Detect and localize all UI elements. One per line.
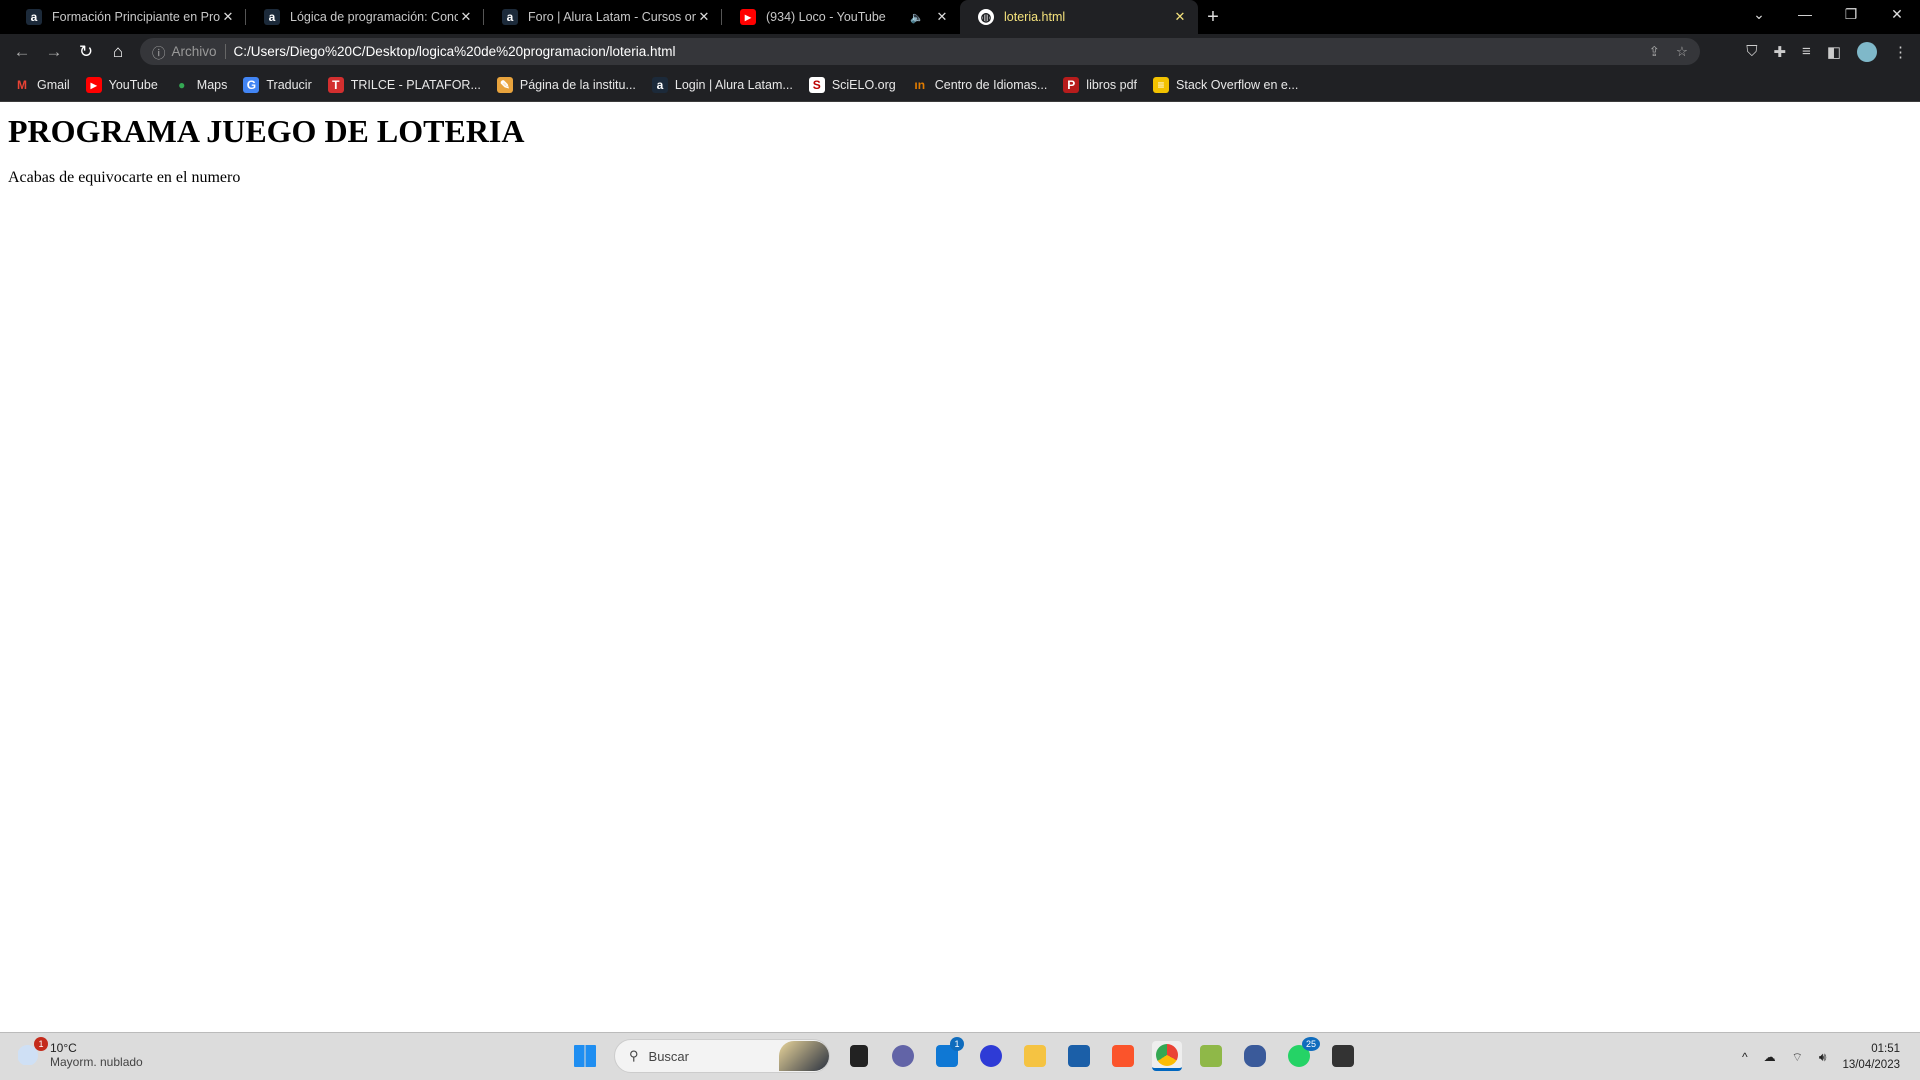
gmail-icon: M bbox=[17, 78, 27, 92]
bookmark-youtube[interactable]: ▶ YouTube bbox=[85, 77, 158, 93]
search-highlight-image bbox=[779, 1041, 829, 1071]
weather-badge: 1 bbox=[34, 1037, 48, 1051]
brave-icon[interactable] bbox=[1108, 1041, 1138, 1071]
tab-loteria[interactable]: ◍ loteria.html ✕ bbox=[960, 0, 1198, 34]
reload-button[interactable]: ↻ bbox=[70, 42, 102, 62]
tab-youtube[interactable]: ▶ (934) Loco - YouTube 🔈 ✕ bbox=[722, 0, 960, 34]
bookmark-alura-login[interactable]: a Login | Alura Latam... bbox=[651, 77, 793, 93]
taskbar: 1 10°C Mayorm. nublado ⚲ Buscar 1 25 ^ ☁ ⌔… bbox=[0, 1032, 1920, 1080]
sublime-text-icon[interactable] bbox=[1328, 1041, 1358, 1071]
bookmark-star-icon[interactable]: ☆ bbox=[1676, 44, 1688, 60]
wifi-icon[interactable]: ⌔ bbox=[1792, 1050, 1803, 1065]
teams-chat-icon[interactable] bbox=[888, 1041, 918, 1071]
close-tab-icon[interactable]: ✕ bbox=[458, 9, 474, 25]
youtube-icon: ▶ bbox=[740, 9, 756, 25]
vpn-shield-icon[interactable] bbox=[1240, 1041, 1270, 1071]
file-explorer-icon[interactable] bbox=[1020, 1041, 1050, 1071]
extension-icon[interactable]: ⛉ bbox=[1746, 43, 1757, 60]
taskbar-search[interactable]: ⚲ Buscar bbox=[614, 1039, 830, 1073]
maps-pin-icon: ● bbox=[178, 78, 186, 92]
home-button[interactable]: ⌂ bbox=[102, 42, 134, 62]
alura-icon: a bbox=[26, 9, 42, 25]
bookmark-libros-pdf[interactable]: Plibros pdf bbox=[1063, 77, 1137, 93]
bookmark-maps[interactable]: ● Maps bbox=[174, 77, 227, 93]
weather-cloud-icon: 1 bbox=[18, 1037, 48, 1065]
result-message: Acabas de equivocarte en el numero bbox=[8, 169, 241, 186]
youtube-icon: ▶ bbox=[85, 77, 102, 93]
tab-logica[interactable]: a Lógica de programación: Concep ✕ bbox=[246, 0, 484, 34]
close-tab-icon[interactable]: ✕ bbox=[934, 9, 950, 25]
mail-icon[interactable]: 1 bbox=[932, 1037, 964, 1071]
pencil-icon: ✎ bbox=[496, 77, 513, 93]
trilce-icon: T bbox=[327, 77, 344, 93]
onedrive-icon[interactable]: ☁ bbox=[1764, 1050, 1776, 1064]
restore-button[interactable]: ❐ bbox=[1828, 0, 1874, 28]
page-content: PROGRAMA JUEGO DE LOTERIA Acabas de equi… bbox=[0, 102, 1920, 1032]
show-hidden-icons[interactable]: ^ bbox=[1742, 1050, 1748, 1064]
translate-icon: G bbox=[243, 77, 260, 93]
new-tab-button[interactable]: + bbox=[1198, 0, 1228, 34]
tab-foro[interactable]: a Foro | Alura Latam - Cursos onlin ✕ bbox=[484, 0, 722, 34]
address-bar[interactable]: ⓘ Archivo C:/Users/Diego%20C/Desktop/log… bbox=[140, 38, 1700, 65]
volume-icon[interactable]: 🔊︎ bbox=[1819, 1050, 1827, 1065]
tab-search-icon[interactable]: ⌄ bbox=[1736, 0, 1782, 28]
page-heading: PROGRAMA JUEGO DE LOTERIA bbox=[8, 113, 525, 149]
audio-playing-icon[interactable]: 🔈 bbox=[910, 11, 924, 24]
extensions-puzzle-icon[interactable]: ✚ bbox=[1773, 43, 1786, 61]
bookmark-stackoverflow[interactable]: ≡ Stack Overflow en e... bbox=[1153, 77, 1298, 93]
bookmark-trilce[interactable]: T TRILCE - PLATAFOR... bbox=[327, 77, 481, 93]
menu-icon[interactable]: ⋮ bbox=[1893, 43, 1908, 61]
minimize-button[interactable]: — bbox=[1782, 0, 1828, 28]
app-hexagon-icon[interactable] bbox=[1196, 1041, 1226, 1071]
close-window-button[interactable]: ✕ bbox=[1874, 0, 1920, 28]
close-tab-icon[interactable]: ✕ bbox=[220, 9, 236, 25]
forward-button[interactable]: → bbox=[38, 42, 70, 62]
app-icon[interactable] bbox=[976, 1041, 1006, 1071]
browser-toolbar: ← → ↻ ⌂ ⓘ Archivo C:/Users/Diego%20C/Des… bbox=[0, 34, 1920, 69]
weather-widget[interactable]: 1 10°C Mayorm. nublado bbox=[18, 1037, 143, 1069]
share-icon[interactable]: ⇪ bbox=[1649, 44, 1660, 60]
bookmark-centro-idiomas[interactable]: ın Centro de Idiomas... bbox=[912, 77, 1047, 93]
chrome-icon[interactable] bbox=[1152, 1041, 1182, 1071]
bookmark-scielo[interactable]: S SciELO.org bbox=[808, 77, 896, 93]
pdf-icon: P bbox=[1063, 77, 1080, 93]
close-tab-icon[interactable]: ✕ bbox=[696, 9, 712, 25]
bookmarks-bar: M Gmail ▶ YouTube ● Maps G Traducir T TRILCE … bbox=[0, 69, 1920, 102]
bookmark-traducir[interactable]: G Traducir bbox=[243, 77, 312, 93]
scielo-icon: S bbox=[808, 77, 825, 93]
close-tab-icon[interactable]: ✕ bbox=[1172, 9, 1188, 25]
alura-icon: a bbox=[264, 9, 280, 25]
search-icon: ⚲ bbox=[629, 1048, 639, 1063]
alura-icon: a bbox=[502, 9, 518, 25]
back-button[interactable]: ← bbox=[6, 42, 38, 62]
alura-icon: a bbox=[651, 77, 668, 93]
info-icon[interactable]: ⓘ bbox=[152, 42, 166, 62]
idiomas-icon: ın bbox=[914, 78, 926, 92]
bookmark-institucion[interactable]: ✎ Página de la institu... bbox=[496, 77, 636, 93]
bookmark-gmail[interactable]: M Gmail bbox=[14, 77, 70, 93]
clock[interactable]: 01:51 13/04/2023 bbox=[1842, 1041, 1900, 1073]
start-button[interactable] bbox=[570, 1041, 600, 1071]
task-view-icon[interactable] bbox=[844, 1041, 874, 1071]
tab-formacion[interactable]: a Formación Principiante en Progra ✕ bbox=[8, 0, 246, 34]
globe-icon: ◍ bbox=[978, 9, 994, 25]
reading-list-icon[interactable]: ≡ bbox=[1802, 43, 1811, 60]
url-text[interactable]: C:/Users/Diego%20C/Desktop/logica%20de%2… bbox=[234, 44, 676, 59]
side-panel-icon[interactable]: ◧ bbox=[1827, 43, 1841, 61]
profile-avatar[interactable] bbox=[1857, 41, 1877, 62]
stackoverflow-icon: ≡ bbox=[1153, 77, 1170, 93]
whatsapp-icon[interactable]: 25 bbox=[1284, 1037, 1320, 1071]
tab-strip: a Formación Principiante en Progra ✕ a Lógi… bbox=[0, 0, 1920, 34]
microsoft-store-icon[interactable] bbox=[1064, 1041, 1094, 1071]
